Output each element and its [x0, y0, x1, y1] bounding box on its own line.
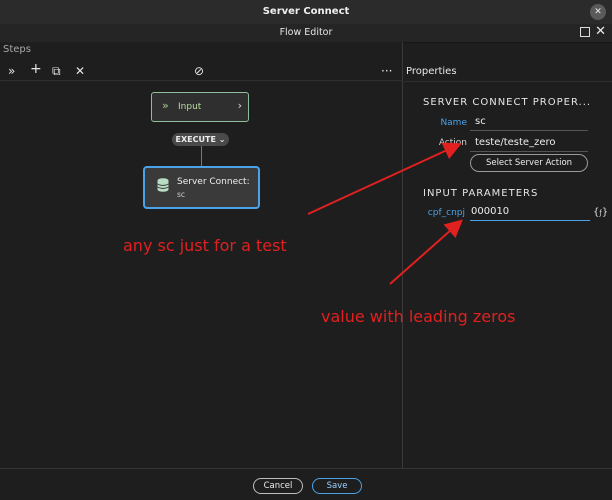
annotation-note-1: any sc just for a test: [123, 236, 287, 255]
annotation-arrows: [307, 142, 463, 285]
cancel-button[interactable]: Cancel: [253, 478, 303, 494]
save-button[interactable]: Save: [312, 478, 362, 494]
footer: [0, 469, 612, 500]
annotation-note-2: value with leading zeros: [321, 307, 516, 326]
arrow-to-action: [307, 142, 462, 215]
arrow-to-param: [389, 219, 463, 285]
